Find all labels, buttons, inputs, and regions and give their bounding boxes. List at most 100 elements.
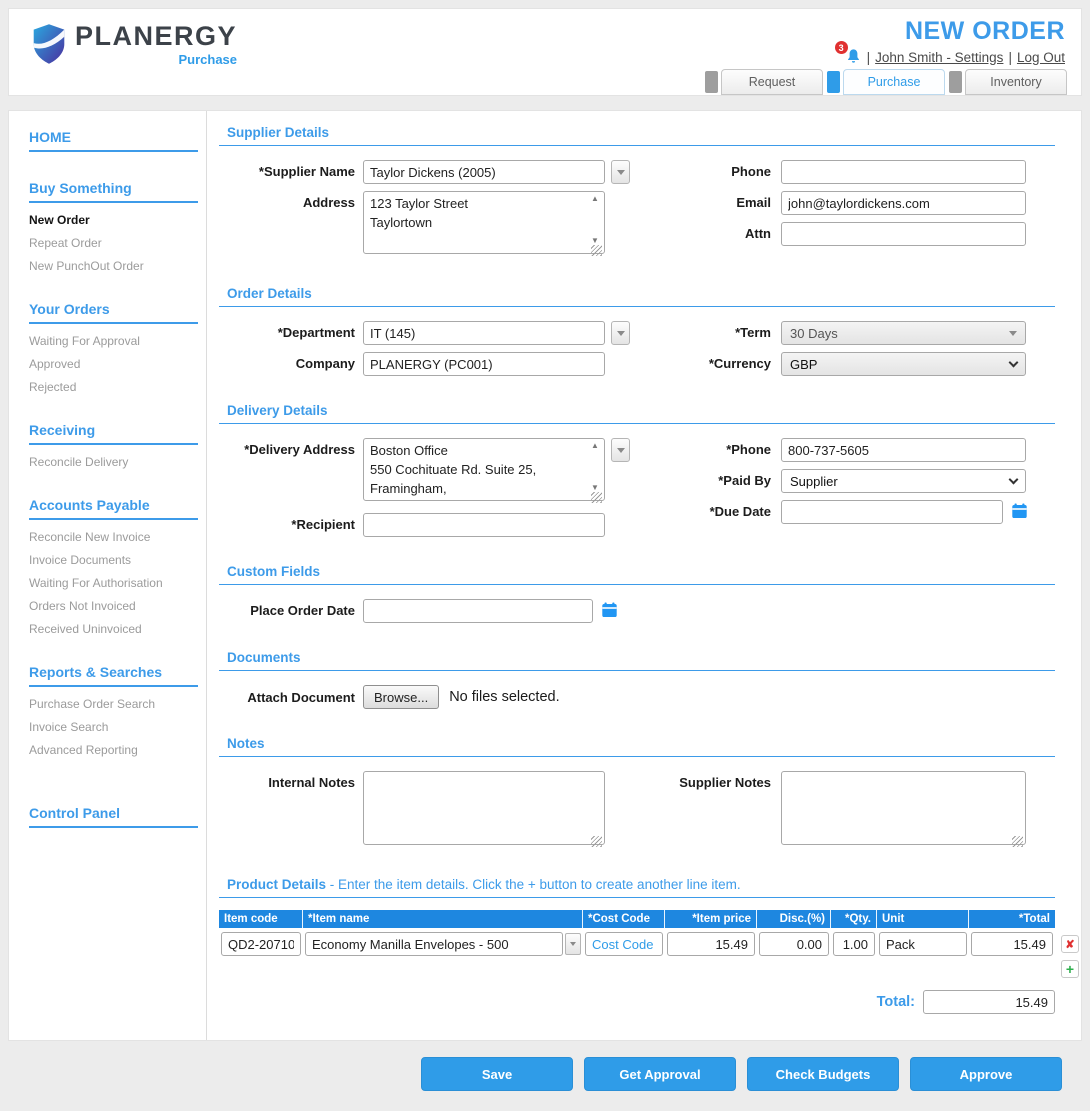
department-dropdown-button[interactable]	[611, 321, 630, 345]
main-panel: HOME Buy Something New Order Repeat Orde…	[8, 110, 1082, 1041]
sidebar-section-receiving[interactable]: Receiving	[29, 422, 198, 445]
sidebar-item-reconcile-new-invoice[interactable]: Reconcile New Invoice	[29, 530, 198, 544]
recipient-label: *Recipient	[291, 517, 355, 532]
sidebar: HOME Buy Something New Order Repeat Orde…	[9, 111, 207, 1040]
plus-icon: +	[1065, 961, 1075, 977]
supplier-details-section: *Supplier Name Address 123 Taylor Street…	[219, 146, 1055, 286]
sidebar-item-invoice-documents[interactable]: Invoice Documents	[29, 553, 198, 567]
sidebar-item-waiting-for-authorisation[interactable]: Waiting For Authorisation	[29, 576, 198, 590]
tab-handle	[827, 71, 840, 93]
supplier-notes-label: Supplier Notes	[679, 775, 771, 790]
sidebar-item-purchase-order-search[interactable]: Purchase Order Search	[29, 697, 198, 711]
sidebar-item-invoice-search[interactable]: Invoice Search	[29, 720, 198, 734]
notification-bell-icon[interactable]: 3	[834, 41, 862, 66]
tab-request[interactable]: Request	[705, 69, 823, 95]
col-cost-code: *Cost Code	[583, 910, 665, 928]
qty-input[interactable]	[833, 932, 875, 956]
user-settings-link[interactable]: John Smith - Settings	[875, 50, 1003, 65]
sidebar-item-orders-not-invoiced[interactable]: Orders Not Invoiced	[29, 599, 198, 613]
x-icon: ✘	[1065, 938, 1075, 951]
col-qty: *Qty.	[831, 910, 877, 928]
get-approval-button[interactable]: Get Approval	[584, 1057, 736, 1091]
user-row: 3 | John Smith - Settings | Log Out	[834, 41, 1065, 66]
tab-purchase[interactable]: Purchase	[827, 69, 945, 95]
supplier-phone-input[interactable]	[781, 160, 1026, 184]
sidebar-section-buy-something[interactable]: Buy Something	[29, 180, 198, 203]
planergy-logo: PLANERGY Purchase	[31, 23, 237, 70]
save-button[interactable]: Save	[421, 1057, 573, 1091]
paid-by-select[interactable]: Supplier	[781, 469, 1026, 493]
sidebar-item-home[interactable]: HOME	[29, 129, 198, 152]
sidebar-item-reconcile-delivery[interactable]: Reconcile Delivery	[29, 455, 198, 469]
paid-by-label: *Paid By	[718, 473, 771, 488]
col-disc: Disc.(%)	[757, 910, 831, 928]
department-input[interactable]	[363, 321, 605, 345]
item-name-input[interactable]	[305, 932, 563, 956]
item-name-dropdown-button[interactable]	[565, 933, 581, 955]
add-line-button[interactable]: +	[1061, 960, 1079, 978]
supplier-address-textarea[interactable]: 123 Taylor Street Taylortown United King…	[363, 191, 605, 254]
sidebar-item-rejected[interactable]: Rejected	[29, 380, 198, 394]
unit-input[interactable]	[879, 932, 967, 956]
delivery-phone-input[interactable]	[781, 438, 1026, 462]
product-table-header: Item code *Item name *Cost Code *Item pr…	[219, 910, 1055, 928]
check-budgets-button[interactable]: Check Budgets	[747, 1057, 899, 1091]
tab-inventory[interactable]: Inventory	[949, 69, 1067, 95]
disc-input[interactable]	[759, 932, 829, 956]
delivery-address-label: *Delivery Address	[244, 442, 355, 457]
col-item-name: *Item name	[303, 910, 583, 928]
sidebar-item-received-uninvoiced[interactable]: Received Uninvoiced	[29, 622, 198, 636]
order-form: Supplier Details *Supplier Name Address …	[207, 111, 1081, 1040]
supplier-address-label: Address	[302, 195, 355, 210]
sidebar-item-new-punchout-order[interactable]: New PunchOut Order	[29, 259, 198, 273]
calendar-icon[interactable]	[601, 602, 618, 623]
supplier-notes-textarea[interactable]	[781, 771, 1026, 845]
custom-fields-section: Place Order Date	[219, 585, 1055, 650]
calendar-icon[interactable]	[1011, 503, 1028, 524]
chevron-down-icon	[570, 942, 576, 946]
page: PLANERGY Purchase NEW ORDER 3 | John Smi…	[0, 0, 1090, 1111]
notes-section: Internal Notes Supplier Notes	[219, 757, 1055, 877]
sidebar-section-reports-searches[interactable]: Reports & Searches	[29, 664, 198, 687]
term-select[interactable]: 30 Days	[781, 321, 1026, 345]
sidebar-item-waiting-for-approval[interactable]: Waiting For Approval	[29, 334, 198, 348]
sidebar-section-your-orders[interactable]: Your Orders	[29, 301, 198, 324]
logout-link[interactable]: Log Out	[1017, 50, 1065, 65]
sidebar-item-advanced-reporting[interactable]: Advanced Reporting	[29, 743, 198, 757]
sidebar-item-new-order[interactable]: New Order	[29, 213, 198, 227]
delivery-address-dropdown-button[interactable]	[611, 438, 630, 462]
due-date-label: *Due Date	[709, 504, 771, 519]
supplier-name-input[interactable]	[363, 160, 605, 184]
sidebar-item-approved[interactable]: Approved	[29, 357, 198, 371]
browse-button[interactable]: Browse...	[363, 685, 440, 709]
place-order-date-input[interactable]	[363, 599, 593, 623]
place-order-date-label: Place Order Date	[250, 603, 355, 618]
recipient-input[interactable]	[363, 513, 605, 537]
item-code-input[interactable]	[221, 932, 301, 956]
supplier-attn-input[interactable]	[781, 222, 1026, 246]
sidebar-item-repeat-order[interactable]: Repeat Order	[29, 236, 198, 250]
product-table: Item code *Item name *Cost Code *Item pr…	[219, 910, 1079, 1014]
line-total-input[interactable]	[971, 932, 1053, 956]
order-total-input[interactable]	[923, 990, 1055, 1014]
col-total: *Total	[1018, 913, 1050, 925]
col-item-code: Item code	[219, 910, 303, 928]
approve-button[interactable]: Approve	[910, 1057, 1062, 1091]
due-date-input[interactable]	[781, 500, 1003, 524]
attach-document-label: Attach Document	[247, 689, 355, 705]
sidebar-section-accounts-payable[interactable]: Accounts Payable	[29, 497, 198, 520]
delivery-details-section: *Delivery Address Boston Office 550 Coch…	[219, 424, 1055, 564]
supplier-email-input[interactable]	[781, 191, 1026, 215]
delivery-address-textarea[interactable]: Boston Office 550 Cochituate Rd. Suite 2…	[363, 438, 605, 501]
tab-label: Purchase	[843, 69, 945, 95]
separator: |	[866, 49, 871, 65]
item-price-input[interactable]	[667, 932, 755, 956]
delete-line-button[interactable]: ✘	[1061, 935, 1079, 953]
cost-code-link[interactable]: Cost Code	[585, 932, 663, 956]
company-input[interactable]	[363, 352, 605, 376]
internal-notes-textarea[interactable]	[363, 771, 605, 845]
order-details-title: Order Details	[219, 286, 1055, 307]
sidebar-item-control-panel[interactable]: Control Panel	[29, 805, 198, 828]
supplier-dropdown-button[interactable]	[611, 160, 630, 184]
currency-select[interactable]: GBP	[781, 352, 1026, 376]
